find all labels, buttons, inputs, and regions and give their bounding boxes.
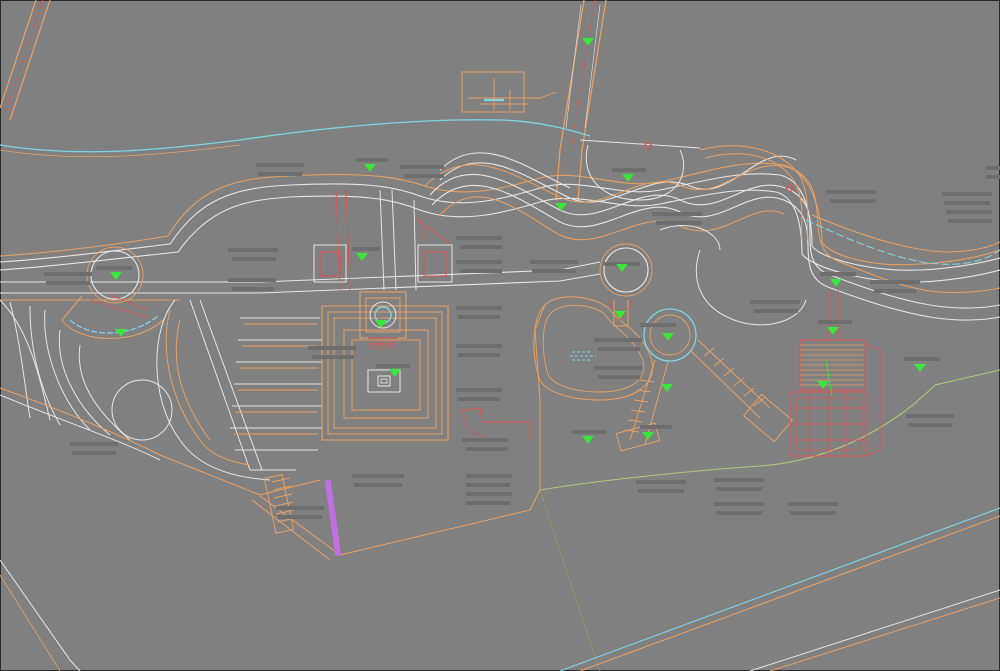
south-road — [0, 507, 1000, 671]
level-marker-m12 — [827, 327, 839, 335]
level-marker-m14 — [389, 369, 401, 377]
level-marker-m11 — [614, 311, 626, 319]
serpentine-path — [429, 152, 1000, 321]
magenta-bar — [324, 479, 342, 557]
east-pavilion-grid — [789, 290, 881, 457]
level-marker-m8 — [830, 279, 842, 287]
level-markers — [110, 38, 926, 444]
road-top-center — [555, 0, 607, 201]
survey-points — [643, 141, 795, 193]
boardwalks — [615, 339, 794, 452]
river-line — [0, 119, 591, 158]
west-radial-lawn — [0, 299, 271, 481]
level-marker-m3 — [622, 174, 634, 182]
south-boundary — [251, 304, 546, 561]
west-terraces-orange — [0, 309, 321, 534]
level-marker-m16 — [661, 384, 673, 392]
level-marker-m6 — [110, 272, 122, 280]
west-terraces — [189, 299, 322, 471]
level-marker-m7 — [616, 264, 628, 272]
level-marker-m15 — [914, 364, 926, 372]
level-marker-m2 — [364, 164, 376, 172]
level-marker-m1 — [582, 38, 594, 46]
level-marker-m4 — [555, 203, 567, 211]
site-plan-drawing — [0, 0, 1000, 671]
cad-drawing-viewport[interactable] — [0, 0, 1000, 671]
level-marker-m5 — [356, 253, 368, 261]
level-marker-m18 — [582, 436, 594, 444]
level-marker-m19 — [642, 432, 654, 440]
level-marker-m13 — [662, 333, 674, 341]
main-walkway-outer — [0, 162, 1000, 301]
pavilion-north — [461, 71, 557, 113]
road-top-left — [0, 0, 51, 121]
